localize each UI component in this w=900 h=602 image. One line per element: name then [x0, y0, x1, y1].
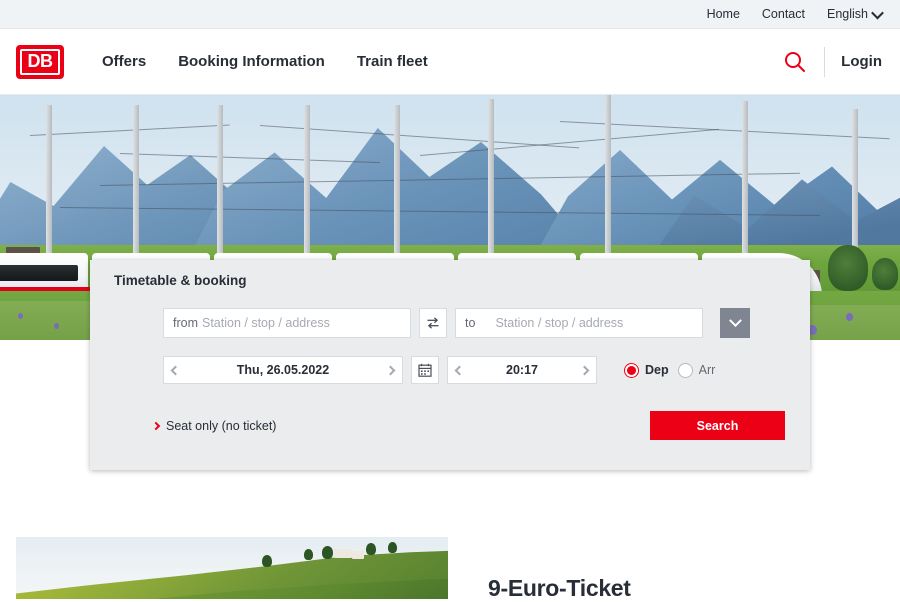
seat-only-link[interactable]: Seat only (no ticket) — [151, 418, 277, 433]
tree — [388, 542, 397, 553]
time-value: 20:17 — [506, 363, 538, 377]
catenary-pole — [217, 105, 223, 257]
date-stepper[interactable]: Thu, 26.05.2022 — [163, 356, 403, 384]
catenary-pole — [394, 105, 400, 265]
from-placeholder: Station / stop / address — [202, 316, 330, 330]
utility-link-contact[interactable]: Contact — [762, 8, 805, 21]
language-label: English — [827, 6, 868, 21]
catenary-pole — [304, 105, 310, 263]
tree — [872, 258, 898, 290]
village-house — [334, 549, 352, 558]
chevron-right-icon[interactable] — [385, 365, 396, 375]
stations-row: from Station / stop / address to Station… — [90, 288, 810, 338]
to-placeholder: Station / stop / address — [495, 316, 624, 330]
village-house — [352, 551, 364, 559]
nav-item-train-fleet[interactable]: Train fleet — [357, 53, 428, 70]
from-input[interactable]: from Station / stop / address — [163, 308, 411, 338]
tree — [366, 543, 376, 555]
chevron-down-icon — [871, 6, 884, 19]
swap-stations-button[interactable] — [419, 308, 447, 338]
nav-item-booking-information[interactable]: Booking Information — [178, 53, 325, 70]
promo-title: 9-Euro-Ticket — [488, 575, 631, 601]
tree — [322, 546, 333, 559]
login-button[interactable]: Login — [841, 53, 882, 70]
actions-row: Seat only (no ticket) Search — [90, 384, 810, 440]
tree — [262, 555, 272, 567]
header-divider — [824, 46, 826, 77]
utility-link-home[interactable]: Home — [707, 8, 740, 21]
departure-arrival-group: Dep Arr — [624, 362, 716, 378]
tree — [304, 549, 313, 560]
language-selector[interactable]: English — [827, 6, 884, 21]
date-value: Thu, 26.05.2022 — [236, 363, 330, 377]
utility-bar: Home Contact English — [0, 0, 900, 29]
calendar-button[interactable] — [411, 356, 439, 384]
db-logo[interactable]: DB — [16, 44, 64, 79]
main-header: DB Offers Booking Information Train flee… — [0, 29, 900, 95]
chevron-left-icon[interactable] — [454, 365, 465, 375]
chevron-right-icon[interactable] — [579, 365, 590, 375]
chevron-right-icon — [151, 421, 161, 430]
nav-item-offers[interactable]: Offers — [102, 53, 146, 70]
radio-dep-circle — [624, 362, 639, 378]
chevron-left-icon[interactable] — [170, 365, 181, 375]
db-logo-text: DB — [20, 48, 60, 75]
to-input[interactable]: to Station / stop / address — [455, 308, 703, 338]
seat-only-label: Seat only (no ticket) — [166, 418, 277, 433]
radio-arr-circle — [677, 362, 693, 378]
radio-arr-label: Arr — [698, 363, 716, 377]
from-label: from — [173, 316, 198, 330]
main-navigation: Offers Booking Information Train fleet — [102, 53, 428, 70]
tree — [828, 245, 868, 291]
to-label: to — [465, 316, 476, 330]
calendar-icon — [418, 363, 432, 377]
header-actions: Login — [782, 46, 882, 77]
datetime-row: Thu, 26.05.2022 20:17 Dep Arr — [90, 338, 810, 384]
catenary-pole — [488, 99, 494, 269]
search-button[interactable]: Search — [650, 411, 785, 440]
radio-arr[interactable]: Arr — [677, 362, 716, 378]
swap-arrows-icon — [427, 317, 439, 329]
catenary-pole — [46, 105, 52, 255]
search-icon[interactable] — [782, 49, 808, 75]
radio-dep[interactable]: Dep — [624, 362, 669, 378]
radio-dep-label: Dep — [645, 363, 669, 377]
catenary-pole — [133, 105, 139, 263]
radio-dep-dot — [627, 365, 636, 375]
timetable-booking-panel: Timetable & booking from Station / stop … — [90, 260, 810, 470]
chevron-down-icon — [728, 313, 742, 327]
panel-title: Timetable & booking — [114, 273, 247, 288]
promo-image-vineyard[interactable] — [16, 537, 448, 599]
time-stepper[interactable]: 20:17 — [447, 356, 597, 384]
more-options-button[interactable] — [720, 308, 750, 338]
